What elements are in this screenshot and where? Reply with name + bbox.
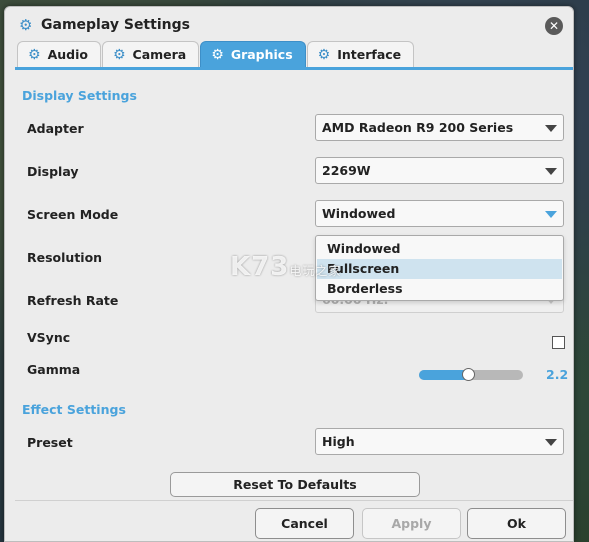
tab-bar: ⚙ Audio ⚙ Camera ⚙ Graphics ⚙ Interface [17,41,415,67]
cancel-button[interactable]: Cancel [255,508,354,539]
section-display-settings: Display Settings [22,88,137,103]
graphics-panel: Display Settings Adapter AMD Radeon R9 2… [15,70,573,541]
dialog-footer: Cancel Apply Ok [15,500,573,541]
tab-label: Camera [132,47,187,62]
vsync-checkbox[interactable] [552,336,565,349]
chevron-down-icon [545,168,557,175]
ok-button[interactable]: Ok [467,508,566,539]
display-select[interactable]: 2269W [315,157,564,184]
tab-label: Audio [47,47,88,62]
preset-select[interactable]: High [315,428,564,455]
preset-value: High [322,434,355,449]
refresh-rate-label: Refresh Rate [27,293,119,308]
chevron-down-icon [545,125,557,132]
apply-button[interactable]: Apply [362,508,461,539]
watermark-subtext: 电玩之家 [289,264,342,278]
tab-graphics[interactable]: ⚙ Graphics [200,41,306,67]
adapter-select[interactable]: AMD Radeon R9 200 Series [315,114,564,141]
gear-icon: ⚙ [19,16,33,34]
screen-mode-select[interactable]: Windowed [315,200,564,227]
watermark-logo: K73电玩之家 [230,252,341,282]
display-label: Display [27,164,79,179]
screen-mode-label: Screen Mode [27,207,119,222]
dialog-title: Gameplay Settings [41,17,190,33]
tab-label: Interface [337,47,402,62]
resolution-label: Resolution [27,250,103,265]
dropdown-option-windowed[interactable]: Windowed [317,239,562,259]
preset-label: Preset [27,435,73,450]
title-bar: ⚙ Gameplay Settings ✕ [5,7,573,41]
gear-icon: ⚙ [112,46,126,63]
gamma-slider-fill [419,370,468,380]
chevron-down-icon [545,439,557,446]
gear-icon: ⚙ [317,46,331,63]
close-icon[interactable]: ✕ [545,17,563,35]
screen-mode-value: Windowed [322,206,396,221]
adapter-label: Adapter [27,121,84,136]
screen-mode-dropdown: Windowed Fullscreen Borderless [315,235,564,301]
reset-defaults-button[interactable]: Reset To Defaults [170,472,420,497]
gear-icon: ⚙ [211,46,224,63]
dropdown-option-fullscreen[interactable]: Fullscreen [317,259,562,279]
section-effect-settings: Effect Settings [22,402,126,417]
watermark-text: K73 [230,252,290,282]
chevron-down-icon [545,211,557,218]
tab-audio[interactable]: ⚙ Audio [17,41,101,67]
gear-icon: ⚙ [28,46,41,63]
tab-interface[interactable]: ⚙ Interface [306,41,415,67]
gamma-slider-thumb[interactable] [461,368,475,381]
display-value: 2269W [322,163,371,178]
gamma-label: Gamma [27,362,81,377]
vsync-label: VSync [27,330,71,345]
tab-camera[interactable]: ⚙ Camera [101,41,200,67]
dropdown-option-borderless[interactable]: Borderless [317,279,562,299]
gamma-value: 2.2 [546,367,569,382]
tab-label: Graphics [230,47,293,62]
adapter-value: AMD Radeon R9 200 Series [322,120,514,135]
